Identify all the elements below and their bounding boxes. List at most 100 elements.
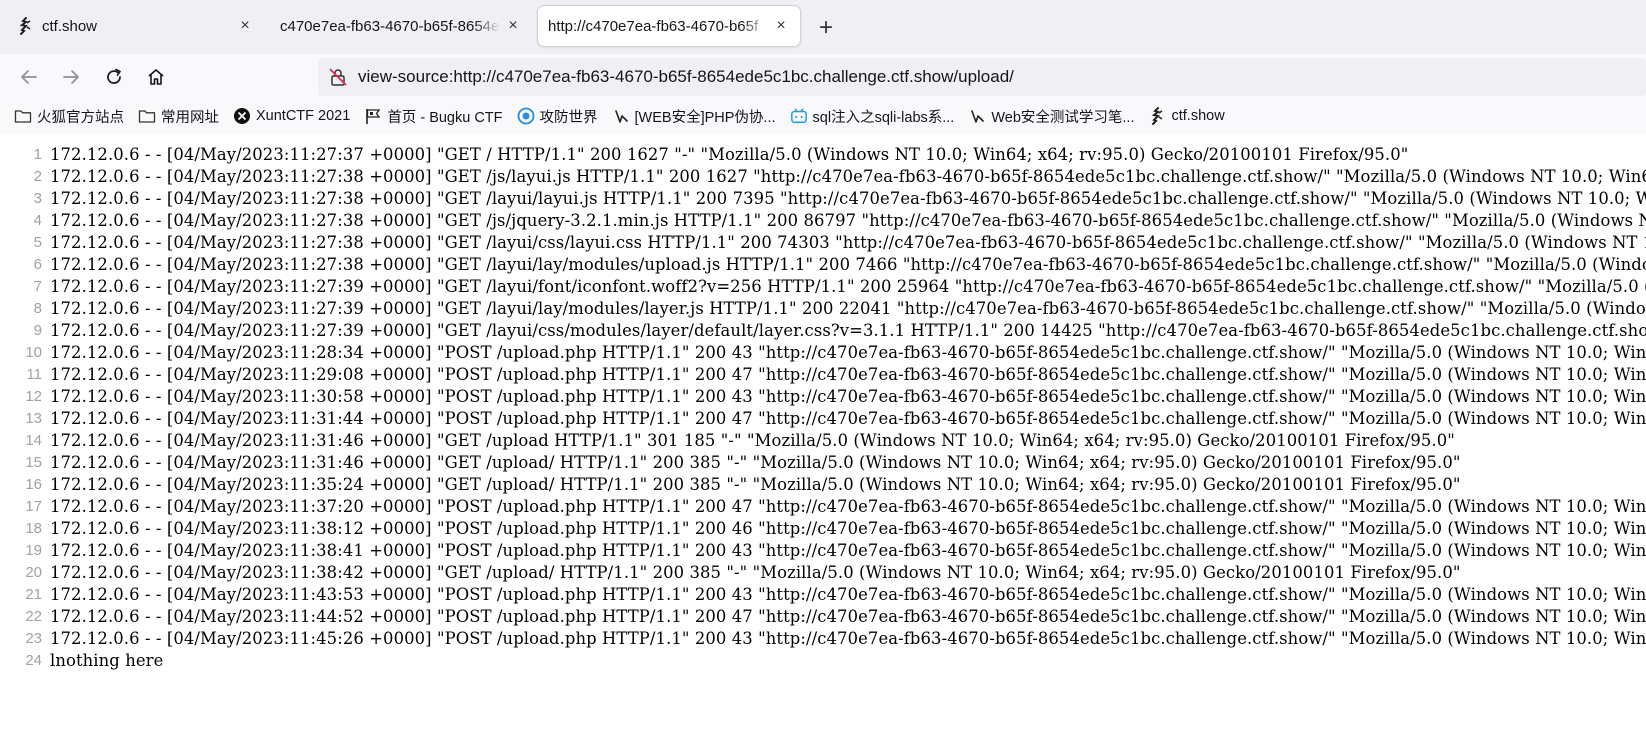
tab-ctfshow[interactable]: ctf.show × (6, 6, 264, 46)
line-number: 11 (26, 366, 42, 383)
close-icon[interactable]: × (504, 17, 522, 35)
reload-icon (107, 68, 121, 84)
bookmark-label: 常用网址 (161, 109, 219, 126)
folder-icon (14, 107, 32, 125)
line-text: 172.12.0.6 - - [04/May/2023:11:27:39 +00… (50, 299, 1646, 318)
moon-icon (612, 107, 630, 125)
line-number: 6 (33, 256, 42, 273)
line-number: 2 (33, 168, 42, 185)
bookmark-php-pseudo-protocol[interactable]: [WEB安全]PHP伪协... (612, 106, 776, 127)
line-number: 23 (25, 630, 42, 647)
line-number: 21 (25, 586, 42, 603)
bookmark-common-sites[interactable]: 常用网址 (138, 106, 219, 127)
bookmark-label: XuntCTF 2021 (256, 108, 351, 124)
source-line: 1 172.12.0.6 - - [04/May/2023:11:27:37 +0… (0, 144, 1409, 166)
line-text: 172.12.0.6 - - [04/May/2023:11:43:53 +00… (50, 585, 1646, 604)
back-button[interactable] (14, 62, 44, 92)
source-line: 16 172.12.0.6 - - [04/May/2023:11:35:24 +… (0, 474, 1461, 496)
line-number: 9 (33, 322, 42, 339)
line-text: 172.12.0.6 - - [04/May/2023:11:27:38 +00… (50, 189, 1646, 208)
line-number: 12 (25, 388, 42, 405)
bookmark-label: [WEB安全]PHP伪协... (634, 109, 776, 126)
tab-title: c470e7ea-fb63-4670-b65f-8654e (280, 17, 500, 35)
line-text: 172.12.0.6 - - [04/May/2023:11:31:44 +00… (50, 409, 1646, 428)
source-line: 19 172.12.0.6 - - [04/May/2023:11:38:41 +… (0, 540, 1646, 562)
line-text: 172.12.0.6 - - [04/May/2023:11:29:08 +00… (50, 365, 1646, 384)
moon-icon (968, 107, 986, 125)
line-number: 7 (33, 278, 42, 295)
line-number: 20 (25, 564, 42, 581)
source-line: 10 172.12.0.6 - - [04/May/2023:11:28:34 +… (0, 342, 1646, 364)
line-text: 172.12.0.6 - - [04/May/2023:11:27:38 +00… (50, 255, 1646, 274)
source-line: 18 172.12.0.6 - - [04/May/2023:11:38:12 +… (0, 518, 1646, 540)
source-line: 9 172.12.0.6 - - [04/May/2023:11:27:39 +0… (0, 320, 1646, 342)
reload-button[interactable] (99, 62, 129, 92)
line-text: lnothing here (50, 651, 164, 670)
line-text: 172.12.0.6 - - [04/May/2023:11:37:20 +00… (50, 497, 1646, 516)
source-line: 2 172.12.0.6 - - [04/May/2023:11:27:38 +0… (0, 166, 1646, 188)
bookmark-web-security-notes[interactable]: Web安全测试学习笔... (968, 106, 1134, 127)
bookmark-ctfshow[interactable]: ctf.show (1148, 107, 1225, 125)
line-text: 172.12.0.6 - - [04/May/2023:11:27:39 +00… (50, 277, 1646, 296)
line-text: 172.12.0.6 - - [04/May/2023:11:45:26 +00… (50, 629, 1646, 648)
view-source-content: 1 172.12.0.6 - - [04/May/2023:11:27:37 +0… (0, 144, 1646, 753)
url-bar[interactable] (318, 58, 1646, 96)
source-line: 4 172.12.0.6 - - [04/May/2023:11:27:38 +0… (0, 210, 1646, 232)
source-line: 14 172.12.0.6 - - [04/May/2023:11:31:46 +… (0, 430, 1455, 452)
tab-view-source[interactable]: http://c470e7ea-fb63-4670-b65f × (538, 6, 800, 46)
bookmark-bugku[interactable]: 首页 - Bugku CTF (364, 106, 503, 127)
folder-icon (138, 107, 156, 125)
source-line: 5 172.12.0.6 - - [04/May/2023:11:27:38 +0… (0, 232, 1646, 254)
line-text: 172.12.0.6 - - [04/May/2023:11:27:38 +00… (50, 233, 1646, 252)
insecure-lock-icon[interactable] (328, 67, 348, 87)
line-text: 172.12.0.6 - - [04/May/2023:11:38:42 +00… (50, 563, 1461, 582)
bookmark-label: 首页 - Bugku CTF (387, 109, 503, 126)
line-number: 16 (25, 476, 42, 493)
ctfshow-icon (1148, 107, 1166, 125)
line-number: 10 (25, 344, 42, 361)
source-line: 17 172.12.0.6 - - [04/May/2023:11:37:20 +… (0, 496, 1646, 518)
line-number: 18 (25, 520, 42, 537)
adworld-icon (517, 107, 535, 125)
bookmark-adworld[interactable]: 攻防世界 (517, 106, 598, 127)
line-text: 172.12.0.6 - - [04/May/2023:11:30:58 +00… (50, 387, 1646, 406)
source-line: 12 172.12.0.6 - - [04/May/2023:11:30:58 +… (0, 386, 1646, 408)
line-text: 172.12.0.6 - - [04/May/2023:11:38:12 +00… (50, 519, 1646, 538)
bookmark-label: sql注入之sqli-labs系... (812, 109, 955, 126)
arrow-left-icon (21, 70, 37, 84)
line-number: 14 (25, 432, 42, 449)
line-text: 172.12.0.6 - - [04/May/2023:11:27:39 +00… (50, 321, 1646, 340)
source-line: 22 172.12.0.6 - - [04/May/2023:11:44:52 +… (0, 606, 1646, 628)
new-tab-button[interactable]: + (812, 14, 840, 42)
forward-button[interactable] (56, 62, 86, 92)
bilibili-icon (790, 107, 808, 125)
bookmark-label: Web安全测试学习笔... (991, 109, 1135, 126)
bookmarks-toolbar: 火狐官方站点 常用网址 XuntCTF 2021 首页 - Bugku CTF … (0, 98, 1646, 134)
line-text: 172.12.0.6 - - [04/May/2023:11:27:37 +00… (50, 145, 1409, 164)
bookmark-label: ctf.show (1171, 108, 1225, 124)
source-line: 3 172.12.0.6 - - [04/May/2023:11:27:38 +0… (0, 188, 1646, 210)
line-number: 13 (25, 410, 42, 427)
line-text: 172.12.0.6 - - [04/May/2023:11:27:38 +00… (50, 167, 1646, 186)
source-line: 21 172.12.0.6 - - [04/May/2023:11:43:53 +… (0, 584, 1646, 606)
line-number: 4 (33, 212, 42, 229)
source-line: 20 172.12.0.6 - - [04/May/2023:11:38:42 +… (0, 562, 1461, 584)
xunt-logo-icon (233, 107, 251, 125)
source-line: 13 172.12.0.6 - - [04/May/2023:11:31:44 +… (0, 408, 1646, 430)
close-icon[interactable]: × (772, 17, 790, 35)
home-button[interactable] (141, 62, 171, 92)
line-text: 172.12.0.6 - - [04/May/2023:11:44:52 +00… (50, 607, 1646, 626)
bookmark-sqli-labs[interactable]: sql注入之sqli-labs系... (790, 106, 955, 127)
source-line: 11 172.12.0.6 - - [04/May/2023:11:29:08 +… (0, 364, 1646, 386)
bookmark-firefox-official[interactable]: 火狐官方站点 (14, 106, 124, 127)
tab-challenge[interactable]: c470e7ea-fb63-4670-b65f-8654e × (270, 6, 532, 46)
line-number: 1 (33, 146, 42, 163)
tab-title: ctf.show (42, 17, 98, 35)
bookmark-xuntctf[interactable]: XuntCTF 2021 (233, 107, 350, 125)
close-icon[interactable]: × (236, 17, 254, 35)
line-text: 172.12.0.6 - - [04/May/2023:11:31:46 +00… (50, 431, 1455, 450)
bookmark-label: 火狐官方站点 (37, 109, 124, 126)
line-number: 19 (25, 542, 42, 559)
bookmark-label: 攻防世界 (539, 109, 598, 126)
url-input[interactable] (358, 67, 1558, 87)
